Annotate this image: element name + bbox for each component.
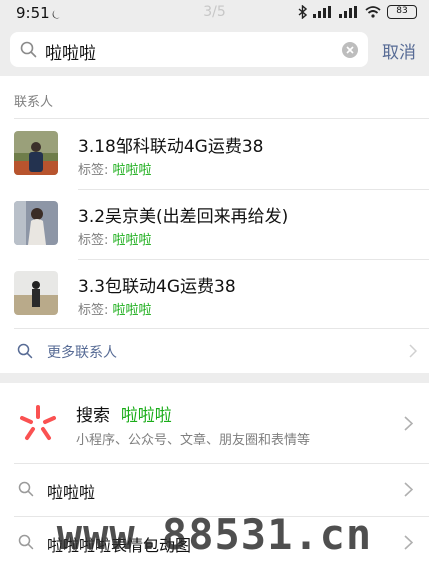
contact-row[interactable]: 3.3包联动4G运费38 标签: 啦啦啦 — [0, 259, 429, 329]
signal-icon-2 — [339, 6, 357, 18]
clear-icon[interactable] — [342, 42, 358, 58]
web-search-subtitle: 小程序、公众号、文章、朋友圈和表情等 — [76, 433, 311, 448]
chevron-right-icon — [404, 416, 413, 431]
contacts-section: 联系人 3.18邹科联动4G运费38 标签: 啦啦啦 3.2吴京美(出差回来再给… — [0, 76, 429, 373]
search-icon — [18, 481, 34, 497]
contact-tag: 标签: 啦啦啦 — [78, 229, 152, 248]
search-logo-icon — [20, 405, 56, 440]
contact-row[interactable]: 3.2吴京美(出差回来再给发) 标签: 啦啦啦 — [0, 189, 429, 259]
web-search-title: 搜索 啦啦啦 — [76, 401, 172, 426]
tag-value: 啦啦啦 — [112, 303, 152, 318]
watermark: www.88531.cn — [56, 510, 373, 559]
signal-icon — [313, 6, 331, 18]
tag-value: 啦啦啦 — [112, 163, 152, 178]
contact-tag: 标签: 啦啦啦 — [78, 159, 152, 178]
status-bar: 9:51 ⏾ 3/5 83 — [0, 0, 429, 26]
avatar — [14, 271, 58, 315]
search-icon — [17, 343, 33, 359]
bluetooth-icon — [298, 5, 307, 19]
cancel-button[interactable]: 取消 — [382, 38, 416, 63]
search-query-text: 啦啦啦 — [45, 44, 96, 64]
contact-row[interactable]: 3.18邹科联动4G运费38 标签: 啦啦啦 — [0, 119, 429, 189]
contact-name: 3.3包联动4G运费38 — [78, 277, 236, 297]
web-search-row[interactable]: 搜索 啦啦啦 小程序、公众号、文章、朋友圈和表情等 — [0, 383, 429, 463]
contact-name: 3.18邹科联动4G运费38 — [78, 137, 264, 157]
more-contacts-button[interactable]: 更多联系人 — [0, 329, 429, 373]
battery-indicator: 83 — [387, 5, 417, 19]
search-icon — [20, 41, 37, 58]
avatar — [14, 131, 58, 175]
contact-name: 3.2吴京美(出差回来再给发) — [78, 207, 289, 227]
web-search-query: 啦啦啦 — [120, 406, 172, 426]
avatar — [14, 201, 58, 245]
tag-label: 标签: — [78, 163, 113, 178]
web-search-prefix: 搜索 — [76, 406, 110, 426]
search-header: 啦啦啦 取消 — [0, 26, 429, 76]
tag-label: 标签: — [78, 303, 113, 318]
chevron-right-icon — [409, 344, 417, 358]
suggestion-row[interactable]: 啦啦啦 — [0, 464, 429, 516]
more-contacts-label: 更多联系人 — [47, 345, 117, 361]
search-input[interactable]: 啦啦啦 — [10, 32, 368, 67]
chevron-right-icon — [404, 482, 413, 497]
tag-value: 啦啦啦 — [112, 233, 152, 248]
status-icons: 83 — [298, 5, 417, 19]
section-gap — [0, 373, 429, 383]
suggestion-text: 啦啦啦 — [47, 483, 96, 502]
contact-tag: 标签: 啦啦啦 — [78, 299, 152, 318]
section-label-contacts: 联系人 — [14, 95, 54, 110]
wifi-icon — [365, 6, 381, 18]
tag-label: 标签: — [78, 233, 113, 248]
